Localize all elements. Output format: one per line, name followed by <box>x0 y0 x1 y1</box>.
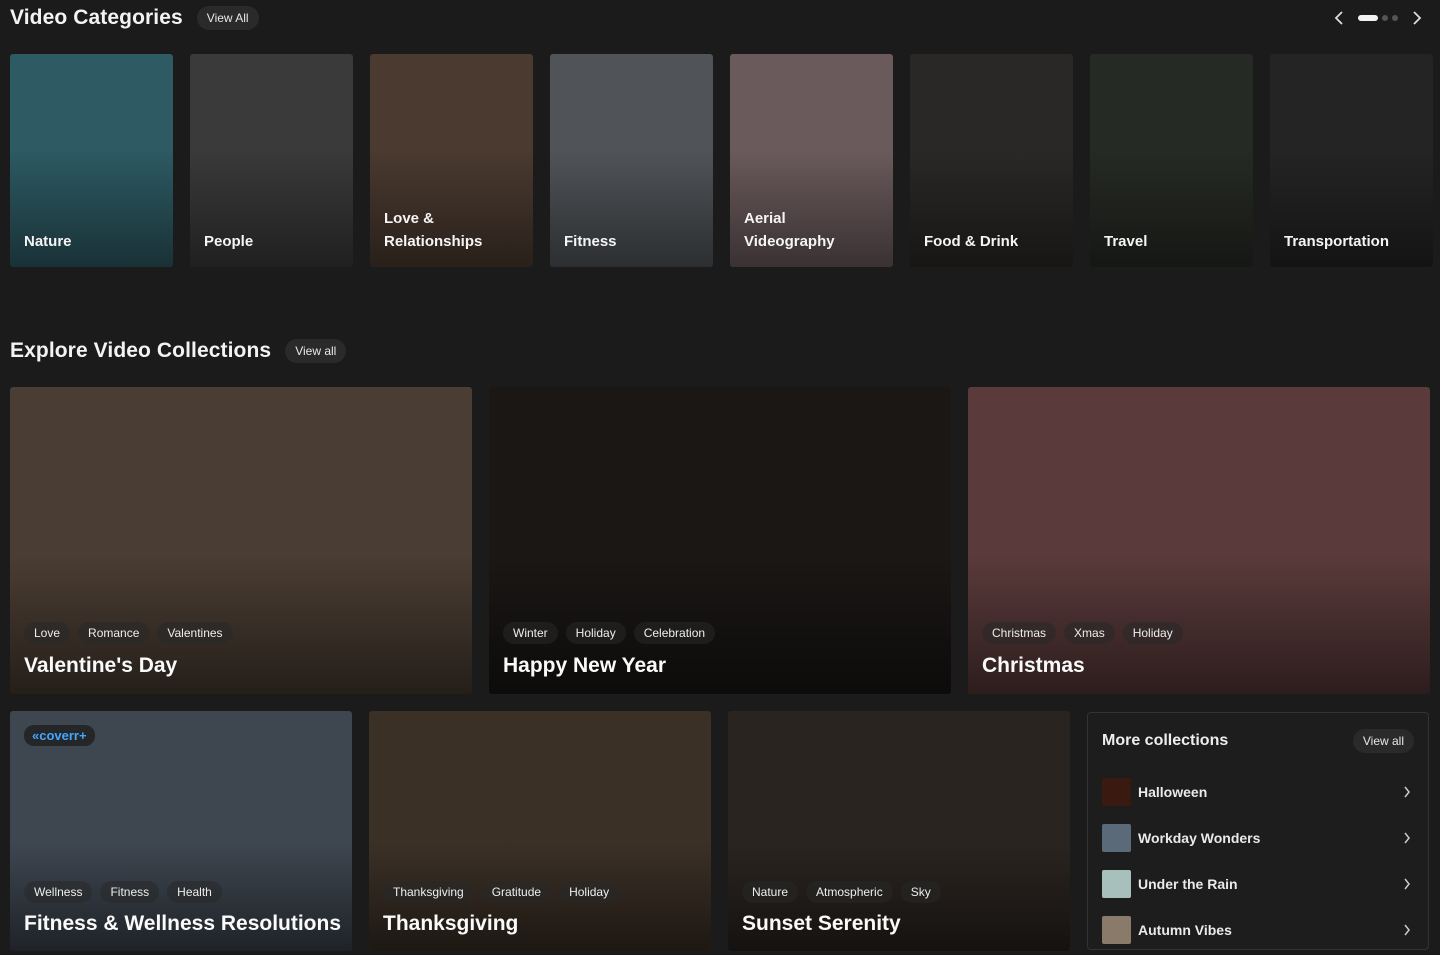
chevron-right-icon[interactable] <box>1408 9 1426 27</box>
pager-dot[interactable] <box>1392 15 1398 21</box>
collection-title: Valentine's Day <box>24 654 178 677</box>
coverr-plus-badge: «coverr+ <box>24 725 95 746</box>
categories-title: Video Categories <box>10 6 183 29</box>
card-overlay <box>968 387 1430 694</box>
pager-dots <box>1358 15 1398 21</box>
collection-tags: Nature Atmospheric Sky <box>742 881 941 903</box>
more-collection-label: Halloween <box>1138 784 1208 800</box>
pager-dot-active[interactable] <box>1358 15 1378 21</box>
tag-chip[interactable]: Atmospheric <box>806 881 893 903</box>
category-card[interactable]: Nature <box>10 54 173 267</box>
category-card[interactable]: Aerial Videography <box>730 54 893 267</box>
tag-chip[interactable]: Sky <box>900 881 941 903</box>
tag-chip[interactable]: Thanksgiving <box>383 881 474 903</box>
category-label: Fitness <box>564 233 617 250</box>
card-overlay <box>489 387 951 694</box>
more-collection-item[interactable]: Autumn Vibes <box>1102 907 1414 953</box>
category-label: Nature <box>24 233 72 250</box>
tag-chip[interactable]: Xmas <box>1064 622 1115 644</box>
tag-chip[interactable]: Romance <box>78 622 150 644</box>
chevron-right-icon <box>1400 785 1414 799</box>
tag-chip[interactable]: Wellness <box>24 881 93 903</box>
collection-thumbnail <box>1102 778 1131 806</box>
category-label: Transportation <box>1284 233 1390 250</box>
category-label: People <box>204 233 254 250</box>
collection-title: Thanksgiving <box>383 912 519 935</box>
collection-card[interactable]: Winter Holiday Celebration Happy New Year <box>489 387 951 694</box>
collection-tags: Thanksgiving Gratitude Holiday <box>383 881 620 903</box>
tag-chip[interactable]: Celebration <box>633 622 716 644</box>
more-collections-list: Halloween Workday Wonders Under the Rain Au… <box>1102 769 1414 953</box>
chevron-right-icon <box>1400 831 1414 845</box>
collections-header: Explore Video Collections View all <box>10 339 347 363</box>
categories-header: Video Categories View All <box>10 6 259 30</box>
tag-chip[interactable]: Holiday <box>1122 622 1183 644</box>
categories-row: Nature People Love & Relationships Fitness A… <box>10 54 1433 267</box>
categories-view-all-button[interactable]: View All <box>196 6 259 30</box>
category-label: Travel <box>1104 233 1148 250</box>
tag-chip[interactable]: Holiday <box>565 622 626 644</box>
category-card[interactable]: Fitness <box>550 54 713 267</box>
tag-chip[interactable]: Holiday <box>559 881 620 903</box>
collection-thumbnail <box>1102 824 1131 852</box>
collection-tags: Wellness Fitness Health <box>24 881 222 903</box>
tag-chip[interactable]: Nature <box>742 881 799 903</box>
collection-card[interactable]: Thanksgiving Gratitude Holiday Thanksgiving <box>369 711 711 951</box>
collection-title: Fitness & Wellness Resolutions <box>24 912 342 935</box>
tag-chip[interactable]: Gratitude <box>481 881 552 903</box>
more-collection-item[interactable]: Workday Wonders <box>1102 815 1414 861</box>
more-collections-title: More collections <box>1102 732 1229 749</box>
tag-chip[interactable]: Winter <box>503 622 558 644</box>
chevron-left-icon[interactable] <box>1330 9 1348 27</box>
collection-tags: Winter Holiday Celebration <box>503 622 716 644</box>
collection-card[interactable]: Love Romance Valentines Valentine's Day <box>10 387 472 694</box>
tag-chip[interactable]: Christmas <box>982 622 1057 644</box>
collection-tags: Christmas Xmas Holiday <box>982 622 1183 644</box>
chevron-right-icon <box>1400 923 1414 937</box>
more-collection-label: Under the Rain <box>1138 876 1238 892</box>
categories-pager <box>1330 9 1426 27</box>
category-label: Food & Drink <box>924 233 1019 250</box>
more-collections-view-all-button[interactable]: View all <box>1352 729 1414 753</box>
category-label: Love & Relationships <box>384 210 483 250</box>
collection-tags: Love Romance Valentines <box>24 622 233 644</box>
more-collection-label: Autumn Vibes <box>1138 922 1232 938</box>
category-card[interactable]: Transportation <box>1270 54 1433 267</box>
collection-card[interactable]: Christmas Xmas Holiday Christmas <box>968 387 1430 694</box>
pager-dot[interactable] <box>1382 15 1388 21</box>
collection-thumbnail <box>1102 916 1131 944</box>
collection-title: Happy New Year <box>503 654 667 677</box>
more-collections-panel: More collections View all Halloween Workd… <box>1087 712 1429 950</box>
collection-thumbnail <box>1102 870 1131 898</box>
collection-card[interactable]: «coverr+ Wellness Fitness Health Fitness & W… <box>10 711 352 951</box>
category-card[interactable]: Food & Drink <box>910 54 1073 267</box>
category-card[interactable]: Travel <box>1090 54 1253 267</box>
collections-title: Explore Video Collections <box>10 339 272 362</box>
collection-card[interactable]: Nature Atmospheric Sky Sunset Serenity <box>728 711 1070 951</box>
card-overlay <box>10 387 472 694</box>
more-collection-label: Workday Wonders <box>1138 830 1261 846</box>
collection-title: Christmas <box>982 654 1085 677</box>
tag-chip[interactable]: Health <box>167 881 222 903</box>
tag-chip[interactable]: Love <box>24 622 71 644</box>
more-collection-item[interactable]: Under the Rain <box>1102 861 1414 907</box>
tag-chip[interactable]: Fitness <box>100 881 160 903</box>
collections-view-all-button[interactable]: View all <box>285 339 347 363</box>
tag-chip[interactable]: Valentines <box>157 622 233 644</box>
chevron-right-icon <box>1400 877 1414 891</box>
collection-title: Sunset Serenity <box>742 912 901 935</box>
category-label: Aerial Videography <box>744 210 835 250</box>
category-card[interactable]: Love & Relationships <box>370 54 533 267</box>
more-collections-header: More collections View all <box>1102 713 1414 769</box>
more-collection-item[interactable]: Halloween <box>1102 769 1414 815</box>
category-card[interactable]: People <box>190 54 353 267</box>
